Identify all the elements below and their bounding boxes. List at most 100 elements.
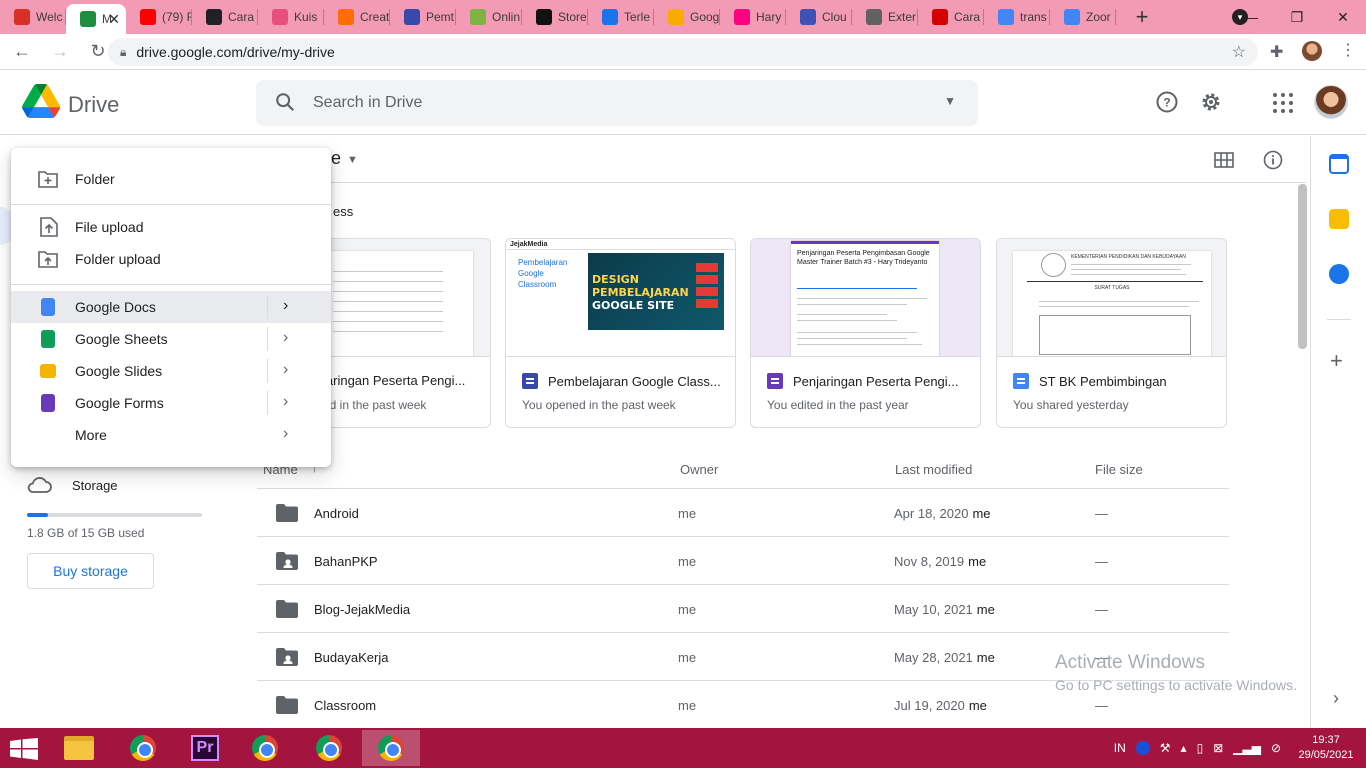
- browser-tab[interactable]: Onlin: [456, 0, 522, 34]
- last-modified-column-header[interactable]: Last modified: [895, 462, 972, 477]
- keep-icon[interactable]: [1329, 209, 1349, 229]
- drive-app-name[interactable]: Drive: [68, 92, 119, 118]
- jm-side-line: Google: [518, 269, 544, 278]
- help-icon[interactable]: ?: [1155, 90, 1179, 114]
- menu-item-folder-upload[interactable]: Folder upload: [11, 243, 331, 275]
- info-icon[interactable]: [1263, 150, 1283, 170]
- menu-item-folder[interactable]: Folder: [11, 163, 331, 195]
- drive-logo-icon[interactable]: [22, 84, 60, 118]
- restore-icon[interactable]: ❐: [1274, 9, 1320, 26]
- premiere-icon: Pr: [191, 735, 219, 761]
- bookmark-star-icon[interactable]: ☆: [1232, 42, 1246, 62]
- storage-usage-fill: [27, 513, 48, 517]
- submenu-chevron-icon[interactable]: ›: [283, 361, 288, 379]
- search-options-dropdown-icon[interactable]: ▼: [944, 94, 956, 108]
- table-row[interactable]: BahanPKP me Nov 8, 2019 me —: [257, 537, 1229, 585]
- taskbar-premiere[interactable]: Pr: [176, 730, 234, 766]
- browser-tab[interactable]: Welc: [0, 0, 66, 34]
- language-indicator[interactable]: IN: [1114, 741, 1126, 755]
- browser-tab[interactable]: Zoor: [1050, 0, 1116, 34]
- browser-tab[interactable]: Clou: [786, 0, 852, 34]
- help-tray-icon[interactable]: [1135, 741, 1150, 755]
- new-tab-button[interactable]: +: [1124, 4, 1160, 30]
- submenu-chevron-icon[interactable]: ›: [283, 329, 288, 347]
- storage-nav-item[interactable]: Storage: [26, 476, 118, 494]
- taskbar-chrome-profile-1[interactable]: [114, 730, 172, 766]
- chrome-icon: [130, 735, 156, 761]
- my-drive-title[interactable]: e: [331, 148, 341, 169]
- notifications-off-icon[interactable]: ⊠: [1213, 741, 1223, 755]
- submenu-chevron-icon[interactable]: ›: [283, 297, 288, 315]
- submenu-chevron-icon[interactable]: ›: [283, 425, 288, 443]
- expand-panel-chevron-icon[interactable]: ›: [1333, 688, 1339, 709]
- quick-access-heading: ess: [333, 204, 354, 219]
- my-drive-dropdown-icon[interactable]: ▼: [347, 154, 358, 166]
- menu-item-more[interactable]: More ›: [11, 419, 331, 451]
- suggested-card[interactable]: Penjaringan Peserta Pengimbasan Google M…: [750, 238, 981, 428]
- search-input[interactable]: Search in Drive: [313, 94, 422, 112]
- device-icon[interactable]: ▯: [1197, 741, 1204, 755]
- taskbar-clock[interactable]: 19:37 29/05/2021: [1286, 733, 1366, 763]
- browser-tab[interactable]: (79) F: [126, 0, 192, 34]
- drive-search-bar[interactable]: Search in Drive ▼: [256, 80, 978, 126]
- back-icon[interactable]: ←: [6, 41, 38, 62]
- extensions-puzzle-icon[interactable]: ✚: [1270, 42, 1283, 62]
- table-row[interactable]: Blog-JejakMedia me May 10, 2021 me —: [257, 585, 1229, 633]
- menu-item-google-slides[interactable]: Google Slides ›: [11, 355, 331, 387]
- taskbar-chrome-profile-2[interactable]: [236, 730, 294, 766]
- signal-icon[interactable]: ▁▃▅: [1233, 741, 1261, 755]
- tray-tool-icon[interactable]: ⚒: [1160, 741, 1171, 755]
- buy-storage-button[interactable]: Buy storage: [27, 553, 154, 589]
- menu-item-google-docs[interactable]: Google Docs ›: [11, 291, 331, 323]
- browser-tab[interactable]: trans: [984, 0, 1050, 34]
- browser-tab[interactable]: Terle: [588, 0, 654, 34]
- google-apps-icon[interactable]: [1273, 93, 1293, 113]
- menu-item-file-upload[interactable]: File upload: [11, 211, 331, 243]
- menu-item-google-forms[interactable]: Google Forms ›: [11, 387, 331, 419]
- table-row[interactable]: Android me Apr 18, 2020 me —: [257, 489, 1229, 537]
- browser-tab[interactable]: Goog: [654, 0, 720, 34]
- windows-start-icon[interactable]: [10, 738, 38, 760]
- browser-tab[interactable]: Cara: [192, 0, 258, 34]
- menu-item-google-sheets[interactable]: Google Sheets ›: [11, 323, 331, 355]
- browser-tab[interactable]: Exter: [852, 0, 918, 34]
- minimize-icon[interactable]: —: [1228, 9, 1274, 25]
- search-icon[interactable]: [274, 91, 296, 113]
- add-addon-icon[interactable]: +: [1330, 350, 1343, 372]
- suggested-card[interactable]: KEMENTERIAN PENDIDIKAN DAN KEBUDAYAAN SU…: [996, 238, 1227, 428]
- browser-tab[interactable]: M ✕: [66, 4, 126, 34]
- browser-tab[interactable]: Kuis: [258, 0, 324, 34]
- calendar-icon[interactable]: [1329, 154, 1349, 174]
- docs-file-icon: [1013, 373, 1029, 389]
- storage-label: Storage: [72, 477, 118, 493]
- grid-view-icon[interactable]: [1214, 150, 1234, 170]
- close-tab-icon[interactable]: ✕: [108, 11, 120, 28]
- card-thumbnail: JejakMedia Pembelajaran Google Classroom…: [506, 239, 735, 357]
- browser-tab[interactable]: Cara: [918, 0, 984, 34]
- close-window-icon[interactable]: ✕: [1320, 9, 1366, 26]
- lock-icon[interactable]: 🔒︎: [120, 45, 126, 60]
- card-title: ST BK Pembimbingan: [1039, 373, 1167, 389]
- taskbar-file-explorer[interactable]: [50, 730, 108, 766]
- show-hidden-icons-chevron-icon[interactable]: ▴: [1181, 741, 1187, 755]
- taskbar-chrome-profile-4[interactable]: [362, 730, 420, 766]
- submenu-chevron-icon[interactable]: ›: [283, 393, 288, 411]
- browser-tab[interactable]: Pemt: [390, 0, 456, 34]
- browser-tab[interactable]: Store: [522, 0, 588, 34]
- tab-favicon-icon: [800, 9, 816, 25]
- volume-muted-icon[interactable]: ⊘: [1271, 741, 1281, 755]
- browser-profile-avatar[interactable]: [1302, 41, 1322, 61]
- browser-tab[interactable]: Creat: [324, 0, 390, 34]
- settings-gear-icon[interactable]: [1199, 90, 1223, 114]
- forward-icon[interactable]: →: [44, 41, 76, 62]
- main-scrollbar[interactable]: [1298, 184, 1307, 349]
- address-bar[interactable]: 🔒︎ drive.google.com/drive/my-drive ☆: [108, 38, 1258, 66]
- suggested-card[interactable]: JejakMedia Pembelajaran Google Classroom…: [505, 238, 736, 428]
- browser-menu-icon[interactable]: ⋮: [1340, 40, 1356, 60]
- taskbar-chrome-profile-3[interactable]: [300, 730, 358, 766]
- browser-tab[interactable]: Hary: [720, 0, 786, 34]
- jm-banner: DESIGN PEMBELAJARAN GOOGLE SITE: [588, 253, 724, 330]
- storage-usage-bar: [27, 513, 202, 517]
- tasks-icon[interactable]: [1329, 264, 1349, 284]
- account-avatar[interactable]: [1314, 85, 1348, 119]
